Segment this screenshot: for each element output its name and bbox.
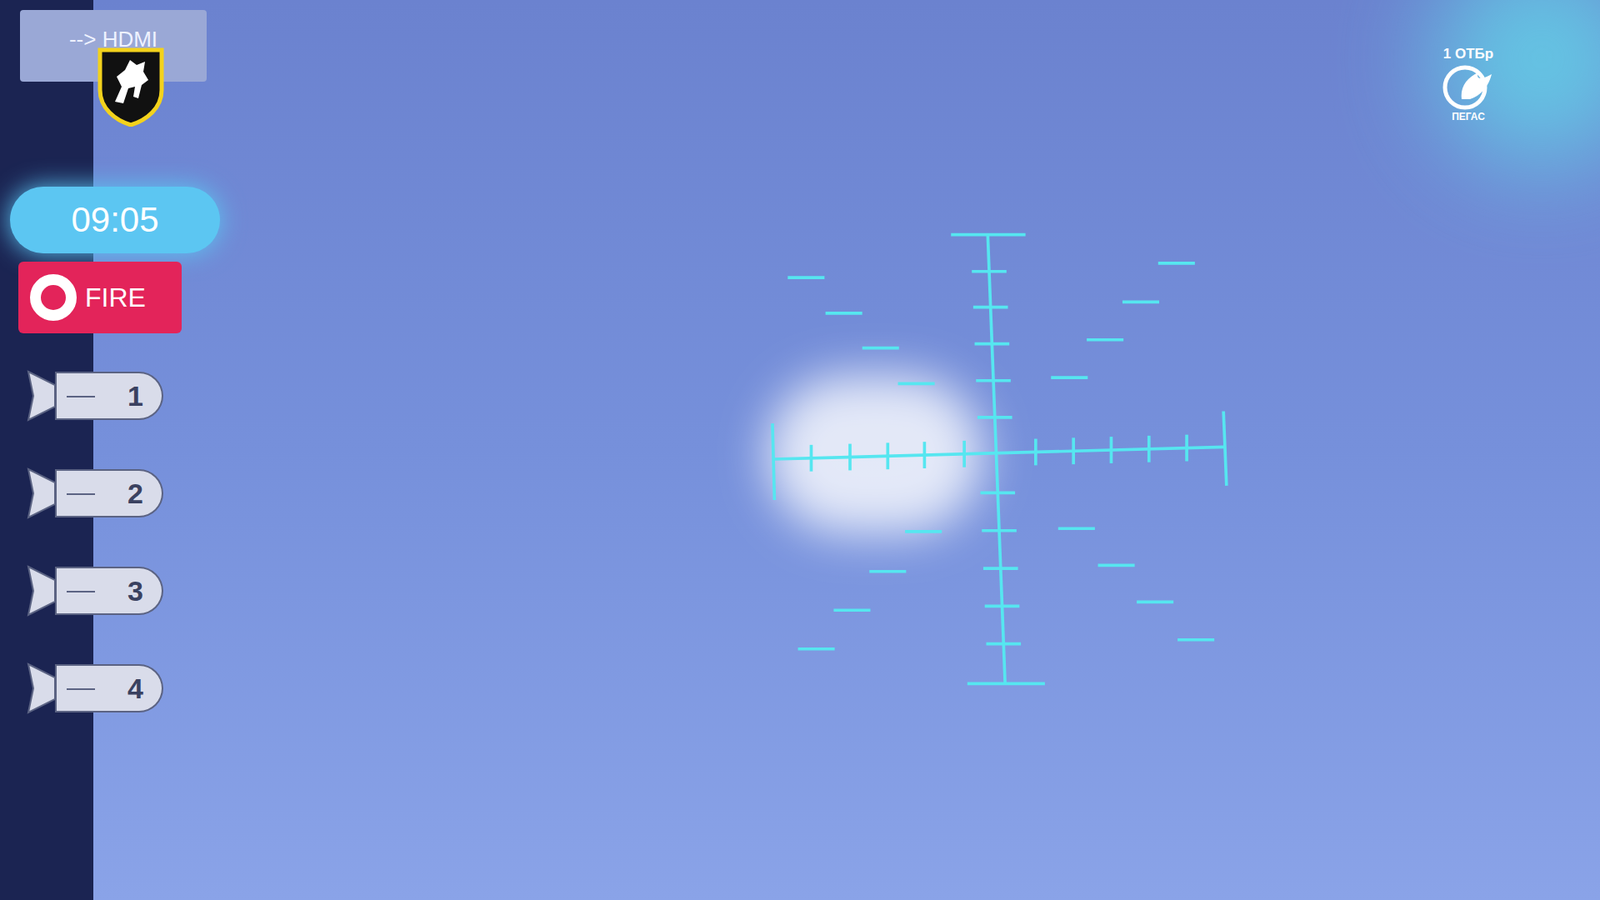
hud-sidebar [0,0,94,900]
brand-name: ПЕГАС [1451,110,1485,124]
unit-emblem-icon [96,46,165,127]
video-feed [0,0,1600,900]
bomb-number: 2 [127,479,144,508]
bomb-fins-icon [25,366,59,425]
fire-button[interactable]: FIRE [18,261,182,334]
bomb-number: 4 [127,674,144,703]
unit-name: 1 ОТБр [1443,45,1494,63]
bomb-slot[interactable]: 4 [25,659,164,718]
bomb-fins-icon [25,464,59,523]
bomb-slot[interactable]: 3 [25,561,164,620]
hud-controls: --> HDMI09:05FIRE1234 [0,0,1600,718]
bomb-number: 1 [127,381,144,410]
bomb-list: 1 2 3 4 [25,366,164,718]
bomb-slot[interactable]: 2 [25,464,164,523]
bomb-fins-icon [25,659,59,718]
drone-hud: --> HDMI09:05FIRE12341 ОТБрПЕГАС [0,0,1600,900]
fire-ring-icon [30,274,77,321]
brand-logo: 1 ОТБр ПЕГАС [1428,45,1509,124]
pegasus-icon [1441,62,1495,111]
timer: 09:05 [10,186,220,254]
bomb-number: 3 [127,576,144,605]
crosshair-icon [0,0,1600,900]
bomb-slot[interactable]: 1 [25,366,164,425]
bomb-fins-icon [25,561,59,620]
